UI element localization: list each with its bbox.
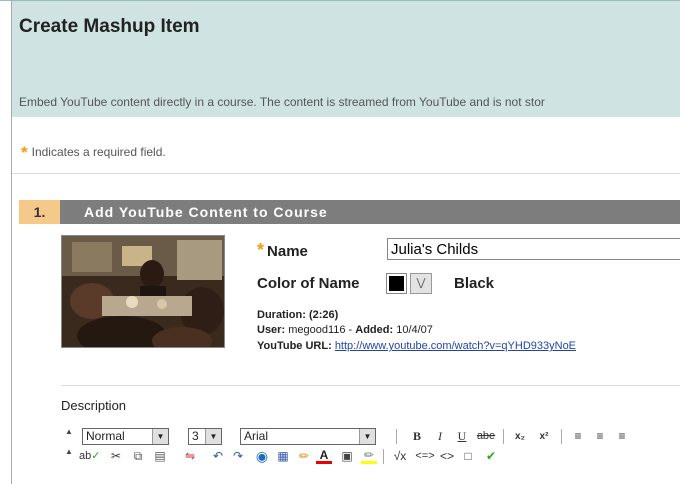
toolbar-separator — [396, 429, 397, 444]
section-divider — [12, 173, 680, 174]
italic-icon[interactable]: I — [433, 428, 447, 445]
superscript-icon[interactable]: x² — [536, 428, 552, 445]
color-of-name-label: Color of Name — [257, 275, 360, 292]
description-divider — [61, 385, 680, 386]
format-select-value: Normal — [86, 429, 125, 443]
preview-icon[interactable]: □ — [461, 448, 475, 465]
chevron-down-icon: ⋁ — [416, 277, 426, 289]
description-label: Description — [61, 398, 127, 413]
emoticon-icon[interactable]: ▣ — [340, 448, 354, 465]
user-row: User: megood116 - Added: 10/4/07 — [257, 324, 433, 336]
name-label: * Name — [257, 240, 308, 261]
url-label: YouTube URL: — [257, 340, 332, 352]
source-icon[interactable]: <=> — [415, 448, 435, 465]
highlight-icon[interactable]: ✏ — [361, 448, 377, 464]
chevron-down-icon: ▼ — [152, 429, 168, 444]
underline-icon[interactable]: U — [455, 428, 469, 445]
unlink-icon[interactable]: ⇋ — [183, 448, 197, 465]
cut-icon[interactable]: ✂ — [109, 448, 123, 465]
spellcheck-icon[interactable]: ab✓ — [79, 448, 100, 465]
size-select[interactable]: 3 ▼ — [188, 428, 222, 445]
equation-icon[interactable]: √x — [391, 448, 409, 465]
step-number: 1. — [19, 200, 60, 224]
name-label-text: Name — [267, 243, 308, 260]
required-note-text: Indicates a required field. — [31, 145, 166, 159]
chevron-down-icon: ▼ — [359, 429, 375, 444]
duration-value: (2:26) — [308, 309, 339, 321]
redo-icon[interactable]: ↷ — [231, 448, 245, 465]
table-icon[interactable]: ▦ — [275, 448, 291, 465]
duration-label: Duration: — [257, 309, 306, 321]
editor-toolbar: ▲ Normal ▼ 3 ▼ Arial ▼ B I U abe x₂ x² ≡… — [61, 426, 680, 466]
pencil-icon[interactable]: ✏ — [297, 448, 311, 465]
toolbar-separator — [561, 429, 562, 444]
toolbar-row-1: ▲ Normal ▼ 3 ▼ Arial ▼ B I U abe x₂ x² ≡… — [61, 426, 680, 446]
format-select[interactable]: Normal ▼ — [82, 428, 169, 445]
required-field-note: * Indicates a required field. — [21, 141, 166, 162]
duration-row: Duration: (2:26) — [257, 309, 338, 321]
added-value: 10/4/07 — [396, 324, 433, 336]
align-right-icon[interactable]: ≡ — [615, 428, 629, 445]
user-value: megood116 - — [288, 324, 353, 336]
align-center-icon[interactable]: ≡ — [593, 428, 607, 445]
toolbar-separator — [383, 449, 384, 464]
step-header: 1. Add YouTube Content to Course — [19, 200, 680, 224]
color-value: Black — [454, 275, 495, 292]
check-icon[interactable]: ✔ — [484, 448, 498, 465]
name-required-star-icon: * — [257, 240, 265, 260]
chevron-down-icon: ▼ — [205, 429, 221, 444]
color-swatch[interactable] — [386, 273, 407, 294]
subscript-icon[interactable]: x₂ — [512, 428, 528, 445]
toolbar-separator — [503, 429, 504, 444]
added-label: Added: — [355, 324, 394, 336]
collapse-up-icon[interactable]: ▲ — [65, 447, 73, 456]
strikethrough-icon[interactable]: abe — [475, 428, 497, 445]
youtube-url-link[interactable]: http://www.youtube.com/watch?v=qYHD933yN… — [335, 340, 576, 352]
page-description: Embed YouTube content directly in a cour… — [19, 95, 545, 109]
undo-icon[interactable]: ↶ — [211, 448, 225, 465]
step-title: Add YouTube Content to Course — [84, 204, 328, 220]
web-icon[interactable]: ◉ — [254, 448, 270, 465]
video-thumbnail-image — [62, 236, 224, 347]
font-select-value: Arial — [244, 429, 269, 443]
user-label: User: — [257, 324, 286, 336]
color-picker-button[interactable]: ⋁ — [410, 273, 432, 294]
toolbar-row-2: ▲ ab✓ ✂ ⧉ ▤ ⇋ ↶ ↷ ◉ ▦ ✏ A ▣ ✏ √x <=> <> … — [61, 446, 680, 466]
collapse-up-icon[interactable]: ▲ — [65, 427, 73, 436]
size-select-value: 3 — [192, 429, 199, 443]
page-header: Create Mashup Item Embed YouTube content… — [12, 1, 680, 117]
video-thumbnail[interactable] — [61, 235, 225, 348]
url-row: YouTube URL: http://www.youtube.com/watc… — [257, 340, 576, 352]
html-icon[interactable]: <> — [440, 448, 454, 465]
bold-icon[interactable]: B — [410, 428, 424, 445]
required-star-icon: * — [21, 143, 28, 162]
paste-icon[interactable]: ▤ — [153, 448, 167, 465]
font-select[interactable]: Arial ▼ — [240, 428, 376, 445]
copy-icon[interactable]: ⧉ — [131, 448, 145, 465]
page-title: Create Mashup Item — [19, 16, 200, 37]
name-input[interactable] — [387, 238, 680, 260]
font-color-icon[interactable]: A — [316, 448, 332, 464]
align-left-icon[interactable]: ≡ — [571, 428, 585, 445]
color-swatch-fill — [389, 276, 404, 291]
